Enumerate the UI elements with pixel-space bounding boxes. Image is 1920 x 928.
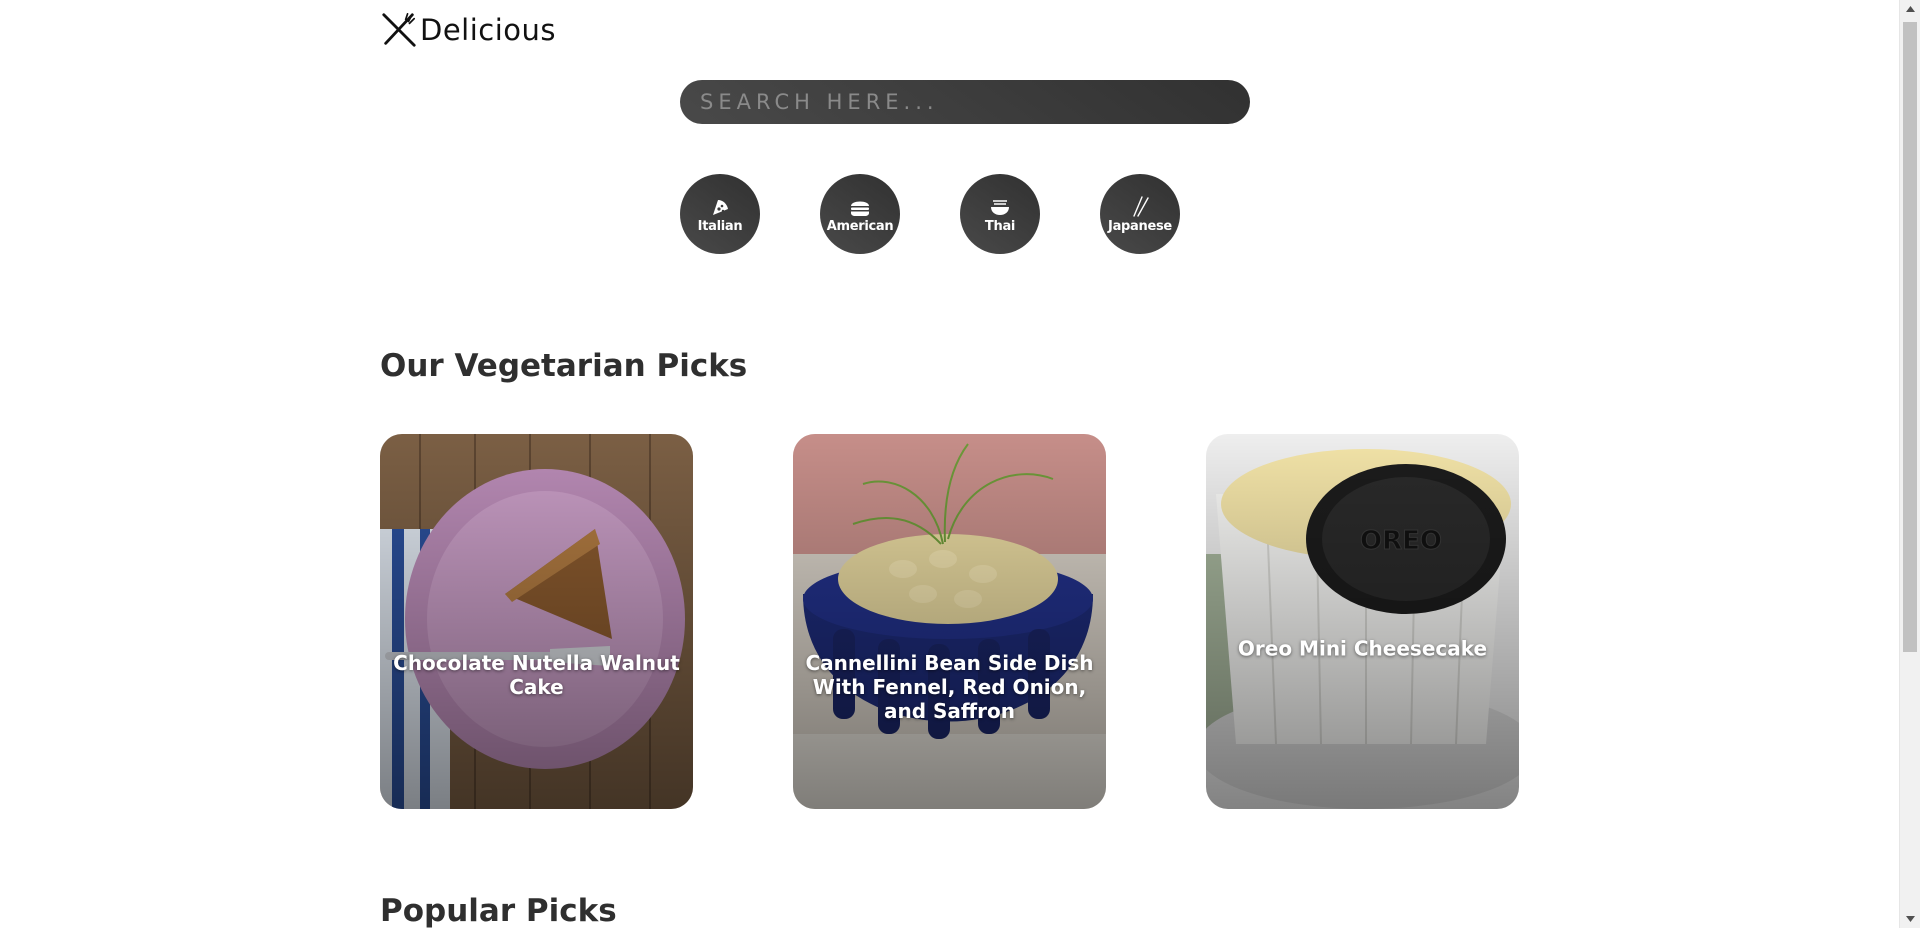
card-overlay	[380, 434, 693, 809]
category-label: American	[826, 218, 894, 234]
category-american[interactable]: American	[820, 174, 900, 254]
search-input[interactable]	[700, 90, 1250, 114]
card-overlay	[1206, 434, 1519, 809]
page: Delicious Italian	[0, 0, 1899, 928]
category-nav: Italian American Thai Japanese	[680, 174, 1180, 254]
recipe-card[interactable]: OREO Oreo Mini Cheesecake	[1206, 434, 1519, 809]
page-scrollbar[interactable]	[1899, 0, 1920, 928]
recipe-card[interactable]: Cannellini Bean Side Dish With Fennel, R…	[793, 434, 1106, 809]
category-thai[interactable]: Thai	[960, 174, 1040, 254]
logo-text: Delicious	[420, 13, 557, 47]
scrollbar-thumb[interactable]	[1903, 22, 1917, 652]
section-title-vegetarian: Our Vegetarian Picks	[380, 348, 748, 384]
category-label: Japanese	[1108, 218, 1172, 234]
category-label: Italian	[697, 218, 743, 234]
chopsticks-icon	[1128, 195, 1152, 217]
fork-knife-icon	[382, 12, 416, 47]
category-italian[interactable]: Italian	[680, 174, 760, 254]
burger-icon	[848, 195, 872, 217]
noodle-bowl-icon	[988, 195, 1012, 217]
recipe-title: Oreo Mini Cheesecake	[1237, 635, 1488, 660]
scroll-down-arrow-icon[interactable]	[1900, 910, 1920, 928]
category-label: Thai	[984, 218, 1016, 234]
recipe-card[interactable]: Chocolate Nutella Walnut Cake	[380, 434, 693, 809]
scroll-up-arrow-icon[interactable]	[1900, 0, 1920, 18]
category-japanese[interactable]: Japanese	[1100, 174, 1180, 254]
vegetarian-cards: Chocolate Nutella Walnut Cake Cannellini…	[380, 434, 1519, 809]
pizza-icon	[708, 195, 732, 217]
card-overlay	[793, 434, 1106, 809]
recipe-title: Cannellini Bean Side Dish With Fennel, R…	[805, 650, 1094, 723]
search-bar[interactable]	[680, 80, 1250, 124]
recipe-title: Chocolate Nutella Walnut Cake	[393, 650, 680, 699]
section-title-popular: Popular Picks	[380, 893, 617, 928]
logo[interactable]: Delicious	[380, 10, 556, 50]
